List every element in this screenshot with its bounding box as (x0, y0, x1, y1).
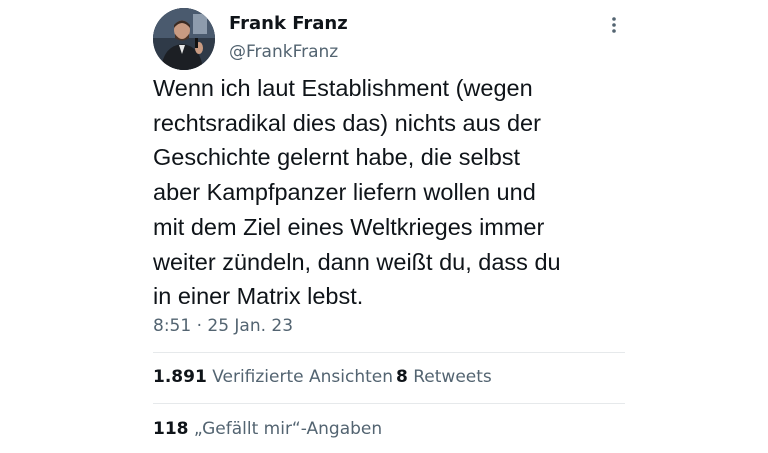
likes-label: „Gefällt mir“-Angaben (193, 419, 383, 439)
author-handle[interactable]: @FrankFranz (229, 42, 338, 62)
tweet-text-line: weiter zündeln, dann weißt du, dass du (153, 248, 561, 275)
avatar[interactable] (153, 8, 215, 70)
tweet-timestamp[interactable]: 8:51 · 25 Jan. 23 (153, 316, 293, 336)
retweets-label: Retweets (413, 367, 492, 387)
divider (153, 352, 625, 353)
views-stat[interactable]: 1.891 Verifizierte Ansichten (153, 367, 393, 387)
likes-count: 118 (153, 419, 189, 439)
tweet-text-line: Wenn ich laut Establishment (wegen (153, 75, 533, 101)
views-count: 1.891 (153, 367, 207, 387)
tweet-text-line: aber Kampfpanzer liefern wollen und (153, 179, 536, 206)
retweets-count: 8 (396, 367, 408, 387)
views-label: Verifizierte Ansichten (212, 367, 394, 387)
tweet-text-line: in einer Matrix lebst. (153, 283, 364, 310)
more-vertical-icon[interactable] (604, 14, 624, 38)
profile-photo-icon (153, 8, 215, 70)
retweets-stat[interactable]: 8 Retweets (396, 367, 492, 387)
likes-stat[interactable]: 118 „Gefällt mir“-Angaben (153, 419, 382, 439)
tweet-card: Frank Franz @FrankFranz Wenn ich laut Es… (0, 0, 768, 453)
tweet-text-line: Geschichte gelernt habe, die selbst (153, 144, 521, 171)
tweet-text-line: mit dem Ziel eines Weltkrieges immer (153, 213, 545, 240)
author-display-name[interactable]: Frank Franz (229, 13, 348, 34)
divider (153, 403, 625, 404)
tweet-text-line: rechtsradikal dies das) nichts aus der (153, 109, 541, 136)
tweet-text: Wenn ich laut Establishment (wegen recht… (153, 71, 633, 314)
